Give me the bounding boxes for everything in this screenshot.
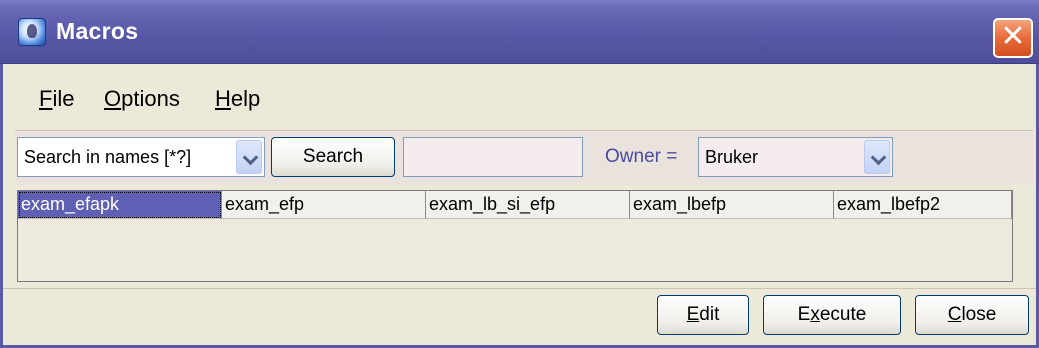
macro-cell-exam-lbefp[interactable]: exam_lbefp xyxy=(630,191,834,219)
owner-label: Owner = xyxy=(605,146,678,167)
menu-file[interactable]: File xyxy=(39,86,74,112)
window-title: Macros xyxy=(56,18,139,44)
menu-options[interactable]: Options xyxy=(104,86,180,112)
close-window-button[interactable]: ✕ xyxy=(993,18,1033,58)
owner-value: Bruker xyxy=(705,147,759,167)
separator xyxy=(3,288,1036,289)
title-bar[interactable]: Macros ✕ xyxy=(0,0,1039,64)
macro-table: exam_efapk exam_efp exam_lb_si_efp exam_… xyxy=(17,190,1013,282)
macro-cell-exam-efp[interactable]: exam_efp xyxy=(222,191,426,219)
table-row: exam_efapk exam_efp exam_lb_si_efp exam_… xyxy=(18,191,1012,219)
edit-button[interactable]: Edit xyxy=(657,295,749,335)
macros-window: Macros ✕ File Options Help Search in nam… xyxy=(0,0,1039,348)
chevron-down-icon[interactable] xyxy=(236,140,262,174)
app-icon xyxy=(18,18,46,46)
chevron-down-icon[interactable] xyxy=(864,140,890,174)
close-button[interactable]: Close xyxy=(915,295,1029,335)
search-mode-value: Search in names [*?] xyxy=(24,147,192,167)
macro-cell-exam-lb-si-efp[interactable]: exam_lb_si_efp xyxy=(426,191,630,219)
menu-help[interactable]: Help xyxy=(215,86,260,112)
menu-bar: File Options Help xyxy=(3,64,1036,124)
owner-select[interactable]: Bruker xyxy=(698,137,893,177)
search-mode-select[interactable]: Search in names [*?] xyxy=(17,137,265,177)
macro-cell-exam-efapk[interactable]: exam_efapk xyxy=(18,191,222,219)
search-button[interactable]: Search xyxy=(271,137,395,177)
search-input[interactable] xyxy=(403,137,583,177)
execute-button[interactable]: Execute xyxy=(763,295,901,335)
macro-cell-exam-lbefp2[interactable]: exam_lbefp2 xyxy=(834,191,1012,219)
